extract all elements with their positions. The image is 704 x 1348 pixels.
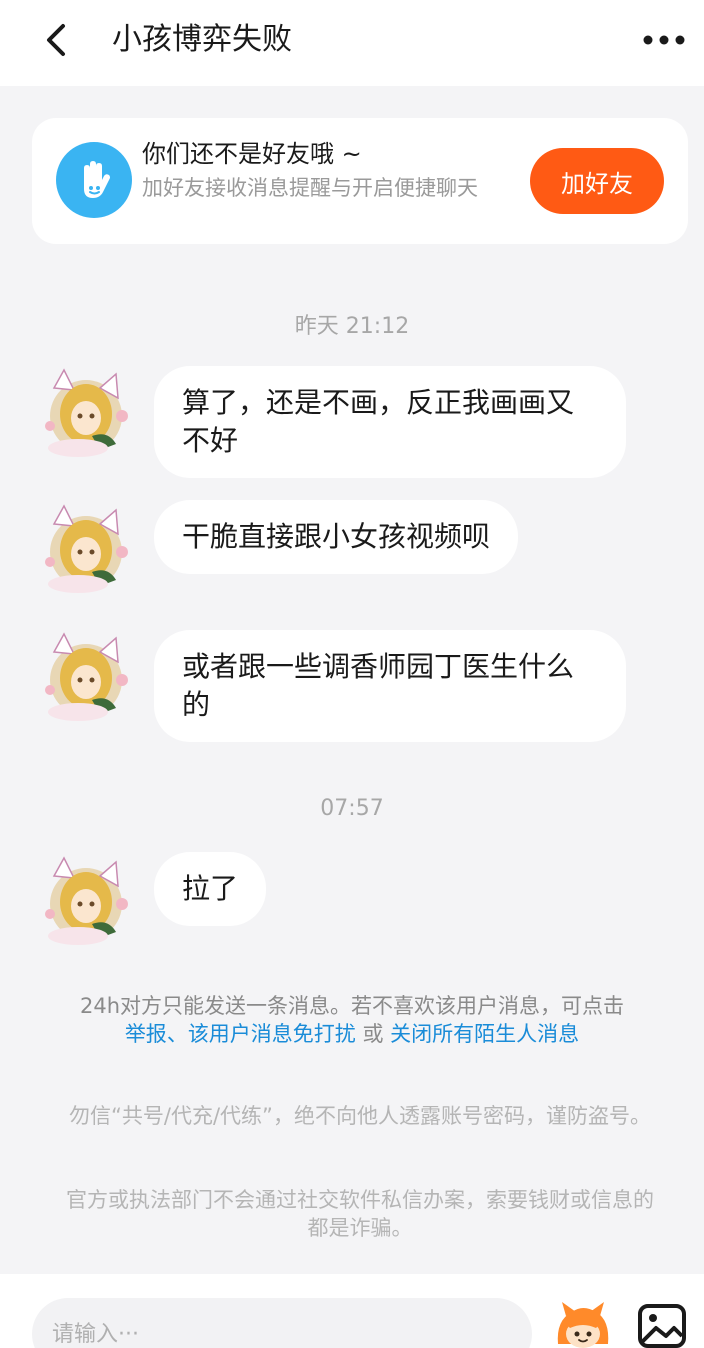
message-timestamp: 昨天 21:12: [294, 314, 410, 339]
header: 小孩博弈失败: [0, 0, 704, 86]
friend-card-title: 你们还不是好友哦 ~: [142, 140, 362, 168]
more-dots-icon: [643, 35, 685, 45]
character-emoji-icon[interactable]: [552, 1300, 614, 1348]
report-link[interactable]: 举报: [125, 1022, 167, 1046]
security-warning: 勿信“共号/代充/代练”，绝不向他人透露账号密码，谨防盗号。: [69, 1104, 651, 1128]
message-bubble[interactable]: 干脆直接跟小女孩视频呗: [154, 500, 519, 574]
page-title: 小孩博弈失败: [112, 22, 292, 57]
avatar[interactable]: [40, 364, 140, 464]
message-input[interactable]: [32, 1298, 532, 1348]
fraud-warning: 官方或执法部门不会通过社交软件私信办案，索要钱财或信息的都是诈骗。: [66, 1188, 654, 1240]
input-bar: [0, 1274, 704, 1348]
avatar[interactable]: [40, 500, 140, 600]
image-icon[interactable]: [636, 1302, 688, 1348]
more-button[interactable]: [636, 18, 692, 62]
notice-separator: 、: [166, 1022, 188, 1046]
close-stranger-messages-link[interactable]: 关闭所有陌生人消息: [390, 1022, 579, 1046]
message-timestamp: 07:57: [320, 796, 384, 821]
message-bubble[interactable]: 算了，还是不画，反正我画画又不好: [154, 366, 626, 478]
friend-card-description: 加好友接收消息提醒与开启便捷聊天: [142, 176, 478, 200]
message-bubble[interactable]: 拉了: [154, 852, 267, 926]
avatar[interactable]: [40, 852, 140, 952]
stranger-message-notice: 24h对方只能发送一条消息。若不喜欢该用户消息，可点击 举报、该用户消息免打扰 …: [40, 992, 664, 1048]
avatar[interactable]: [40, 628, 140, 728]
chevron-left-icon: [47, 24, 65, 56]
mute-user-link[interactable]: 该用户消息免打扰: [188, 1022, 356, 1046]
notice-or: 或: [355, 1022, 391, 1046]
back-button[interactable]: [34, 18, 78, 62]
message-bubble[interactable]: 或者跟一些调香师园丁医生什么的: [154, 630, 626, 742]
add-friend-button[interactable]: 加好友: [530, 148, 664, 214]
friend-request-card: 你们还不是好友哦 ~ 加好友接收消息提醒与开启便捷聊天 加好友: [32, 118, 688, 244]
notice-text: 24h对方只能发送一条消息。若不喜欢该用户消息，可点击: [79, 994, 625, 1018]
hand-wave-icon: [56, 142, 132, 218]
